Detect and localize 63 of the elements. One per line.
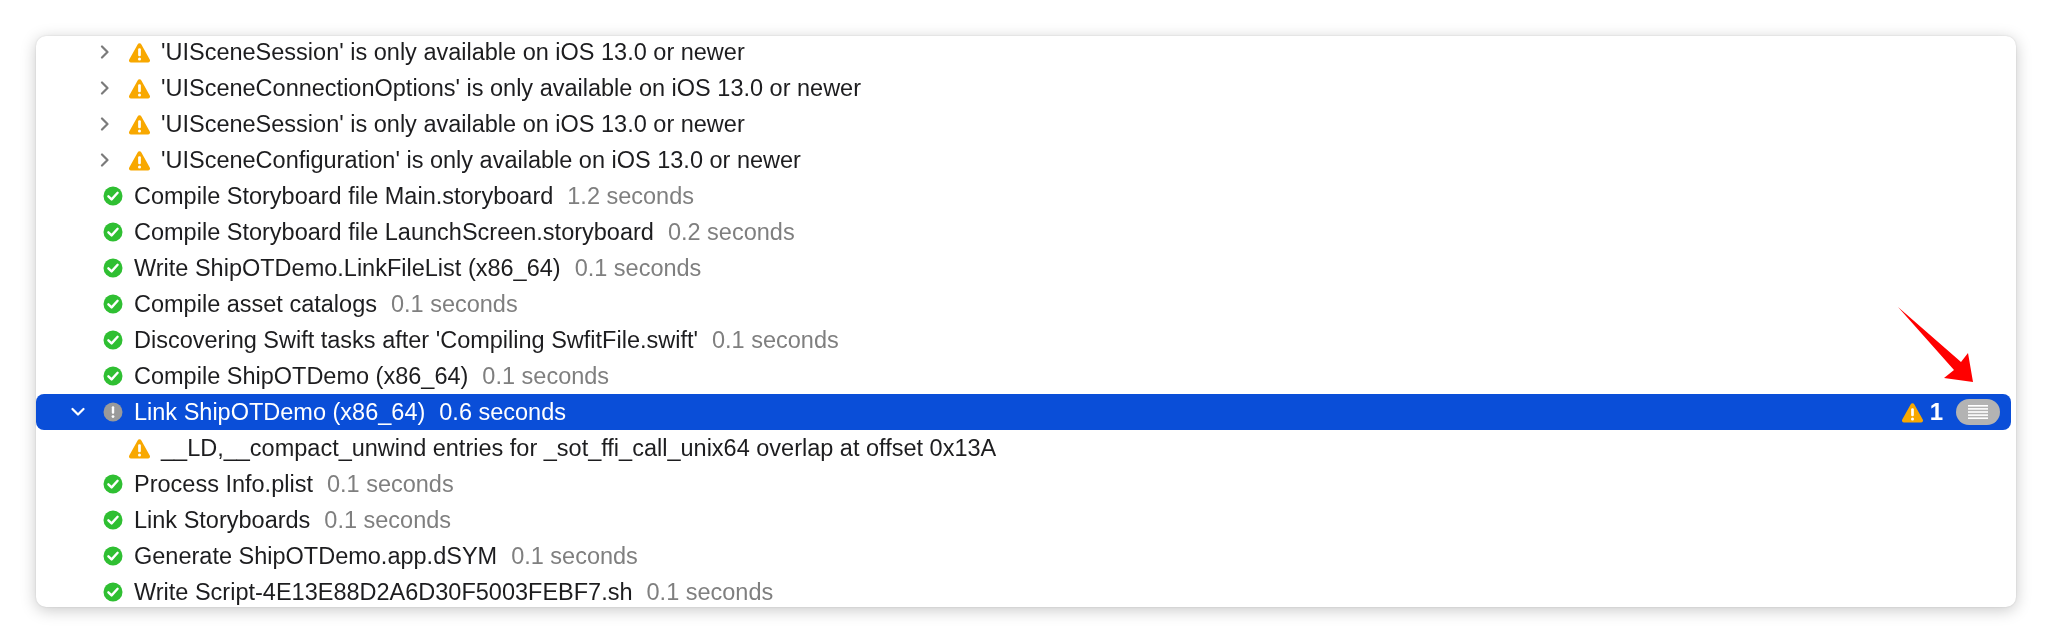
issue-row[interactable]: 'UISceneSession' is only available on iOS 13.0 or newer bbox=[36, 106, 2011, 142]
issue-row[interactable]: __LD,__compact_unwind entries for _sot_ffi_call_unix64 overlap at offset 0x13A bbox=[36, 430, 2011, 466]
success-check-icon bbox=[102, 330, 123, 350]
step-duration: 0.1 seconds bbox=[712, 326, 839, 354]
warning-icon bbox=[128, 41, 151, 63]
build-step-row[interactable]: Process Info.plist 0.1 seconds bbox=[36, 466, 2011, 502]
alert-circle-icon bbox=[102, 402, 123, 422]
step-duration: 0.1 seconds bbox=[324, 506, 452, 534]
warning-icon bbox=[128, 149, 151, 171]
step-duration: 0.1 seconds bbox=[574, 254, 702, 282]
success-check-icon bbox=[102, 294, 123, 314]
step-title: Compile Storyboard file LaunchScreen.storyboard bbox=[134, 218, 654, 246]
build-step-row[interactable]: Compile Storyboard file LaunchScreen.storyboard 0.2 seconds bbox=[36, 214, 2011, 250]
warning-icon bbox=[1900, 401, 1924, 423]
success-check-icon bbox=[102, 222, 123, 242]
step-duration: 0.1 seconds bbox=[326, 470, 454, 498]
step-duration: 0.1 seconds bbox=[511, 542, 638, 570]
warning-icon bbox=[128, 437, 151, 459]
success-check-icon bbox=[102, 510, 123, 530]
issue-message: 'UISceneConnectionOptions' is only available on iOS 13.0 or newer bbox=[161, 74, 861, 102]
issue-message: 'UISceneConfiguration' is only available on iOS 13.0 or newer bbox=[161, 146, 801, 174]
issue-row[interactable]: 'UISceneSession' is only available on iOS 13.0 or newer bbox=[36, 36, 2011, 70]
warning-icon bbox=[128, 113, 151, 135]
log-button[interactable] bbox=[1956, 399, 2000, 425]
build-step-row[interactable]: Write Script-4E13E88D2A6D30F5003FEBF7.sh 0.1 seconds bbox=[36, 574, 2011, 607]
issue-count: 1 bbox=[1929, 398, 1943, 426]
step-title: Write Script-4E13E88D2A6D30F5003FEBF7.sh bbox=[134, 578, 633, 606]
build-step-row[interactable]: Link ShipOTDemo (x86_64) 0.6 seconds 1 bbox=[36, 394, 2011, 430]
build-step-row[interactable]: Write ShipOTDemo.LinkFileList (x86_64) 0.1 seconds bbox=[36, 250, 2011, 286]
success-check-icon bbox=[102, 582, 123, 602]
warning-icon bbox=[128, 77, 151, 99]
success-check-icon bbox=[102, 258, 123, 278]
build-step-row[interactable]: Link Storyboards 0.1 seconds bbox=[36, 502, 2011, 538]
issue-row[interactable]: 'UISceneConnectionOptions' is only available on iOS 13.0 or newer bbox=[36, 70, 2011, 106]
step-title: Compile ShipOTDemo (x86_64) bbox=[134, 362, 469, 390]
build-step-row[interactable]: Generate ShipOTDemo.app.dSYM 0.1 seconds bbox=[36, 538, 2011, 574]
build-step-row[interactable]: Compile Storyboard file Main.storyboard 1.2 seconds bbox=[36, 178, 2011, 214]
step-title: Process Info.plist bbox=[134, 470, 313, 498]
step-title: Compile Storyboard file Main.storyboard bbox=[134, 182, 554, 210]
build-step-row[interactable]: Compile asset catalogs 0.1 seconds bbox=[36, 286, 2011, 322]
success-check-icon bbox=[102, 546, 123, 566]
step-duration: 0.2 seconds bbox=[667, 218, 795, 246]
success-check-icon bbox=[102, 186, 123, 206]
lines-icon bbox=[1968, 405, 1988, 419]
success-check-icon bbox=[102, 474, 123, 494]
issue-message: 'UISceneSession' is only available on iOS 13.0 or newer bbox=[161, 110, 745, 138]
step-duration: 0.1 seconds bbox=[390, 290, 518, 318]
step-title: Link Storyboards bbox=[134, 506, 311, 534]
step-duration: 1.2 seconds bbox=[567, 182, 694, 210]
step-duration: 0.1 seconds bbox=[482, 362, 610, 390]
step-title: Compile asset catalogs bbox=[134, 290, 377, 318]
issue-row[interactable]: 'UISceneConfiguration' is only available on iOS 13.0 or newer bbox=[36, 142, 2011, 178]
step-duration: 0.6 seconds bbox=[439, 398, 566, 426]
step-title: Write ShipOTDemo.LinkFileList (x86_64) bbox=[134, 254, 561, 282]
step-title: Link ShipOTDemo (x86_64) bbox=[134, 398, 426, 426]
build-step-row[interactable]: Compile ShipOTDemo (x86_64) 0.1 seconds bbox=[36, 358, 2011, 394]
step-title: Discovering Swift tasks after 'Compiling SwfitFile.swift' bbox=[134, 326, 698, 354]
success-check-icon bbox=[102, 366, 123, 386]
issue-message: 'UISceneSession' is only available on iOS 13.0 or newer bbox=[161, 38, 745, 66]
step-duration: 0.1 seconds bbox=[646, 578, 774, 606]
issue-message: __LD,__compact_unwind entries for _sot_ffi_call_unix64 overlap at offset 0x13A bbox=[161, 434, 997, 462]
build-step-row[interactable]: Discovering Swift tasks after 'Compiling SwfitFile.swift' 0.1 seconds bbox=[36, 322, 2011, 358]
step-title: Generate ShipOTDemo.app.dSYM bbox=[134, 542, 498, 570]
